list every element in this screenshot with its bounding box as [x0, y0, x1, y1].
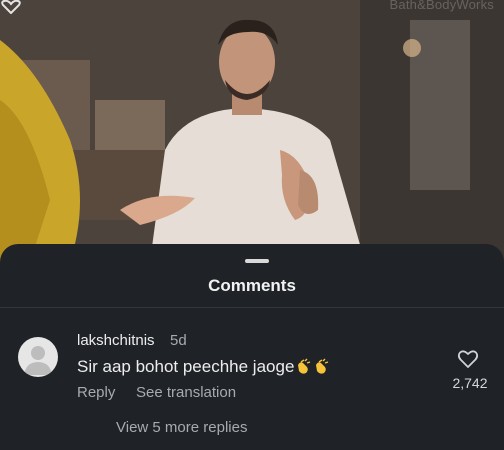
like-count: 2,742 — [452, 375, 488, 391]
reply-button[interactable]: Reply — [77, 384, 115, 401]
see-translation-button[interactable]: See translation — [136, 384, 236, 401]
brand-watermark: Bath&BodyWorks — [389, 0, 494, 12]
comment-item: lakshchitnis 5d Sir aap bohot peechhe ja… — [0, 324, 504, 450]
default-user-icon — [24, 346, 52, 375]
video-player[interactable]: Bath&BodyWorks — [0, 0, 504, 262]
comments-sheet: Comments lakshchitnis 5d Sir aap bohot p… — [0, 244, 504, 450]
comment-age: 5d — [170, 332, 187, 349]
divider — [0, 307, 504, 308]
video-frame — [0, 0, 504, 262]
sheet-title: Comments — [208, 276, 296, 295]
heart-icon[interactable] — [457, 349, 479, 369]
clapping-hands-icon — [298, 358, 311, 374]
clapping-hands-icon — [316, 358, 329, 374]
drag-handle[interactable] — [245, 259, 269, 263]
avatar[interactable] — [18, 337, 58, 377]
comment-body: Sir aap bohot peechhe jaoge — [77, 357, 295, 376]
view-more-replies-button[interactable]: View 5 more replies — [116, 419, 247, 436]
comment-username[interactable]: lakshchitnis — [77, 332, 155, 349]
heart-icon[interactable] — [0, 0, 22, 14]
comment-text: Sir aap bohot peechhe jaoge — [77, 357, 330, 377]
